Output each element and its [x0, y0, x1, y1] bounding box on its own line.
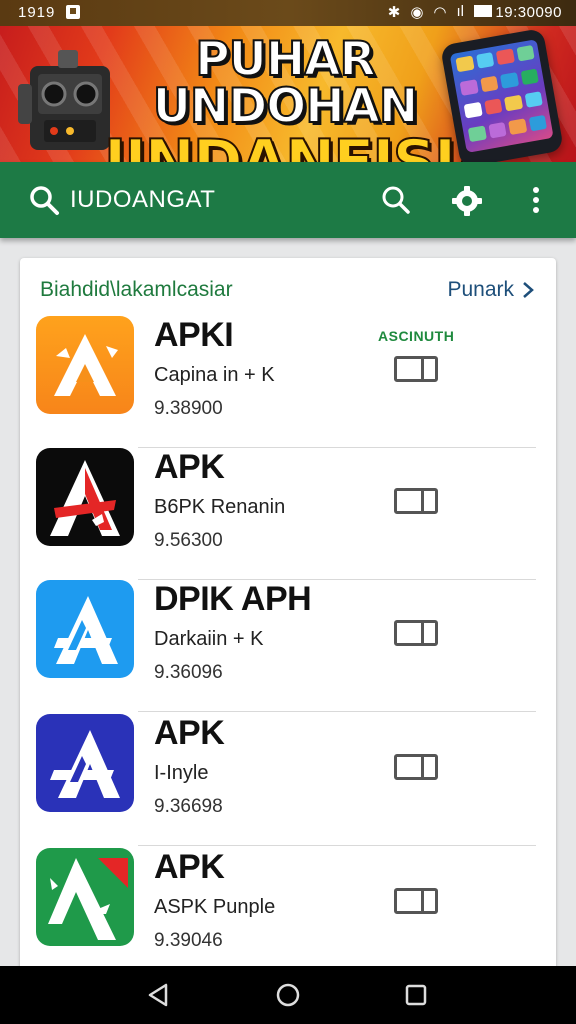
- download-button[interactable]: [394, 754, 438, 780]
- status-icons: ✱ ◉ ◠ ıl: [388, 3, 492, 21]
- search-query-text[interactable]: IUDOANGAT: [70, 186, 215, 214]
- status-time-left: 1919: [18, 4, 56, 21]
- bluetooth-icon: ✱: [387, 4, 401, 21]
- list-item[interactable]: APKI ASCINUTH Capina in + K 9.38900: [20, 316, 556, 448]
- system-nav-bar: [0, 966, 576, 1024]
- signal-icon: ıl: [456, 3, 465, 20]
- location-icon: ◉: [410, 4, 424, 21]
- app-badge: ASCINUTH: [378, 328, 455, 344]
- list-item[interactable]: APK I-Inyle 9.36698: [20, 714, 556, 846]
- app-version: 9.56300: [154, 530, 223, 551]
- orange-a-icon[interactable]: [36, 316, 134, 414]
- gadget-image: [18, 50, 110, 150]
- status-time-right: 19:30090: [495, 4, 562, 21]
- download-button[interactable]: [394, 356, 438, 382]
- see-more-link[interactable]: Punark: [447, 278, 536, 302]
- app-subtitle: ASPK Punple: [154, 896, 276, 918]
- divider: [138, 845, 536, 846]
- black-red-a-icon[interactable]: [36, 448, 134, 546]
- banner-line-1: PUHAR UNDOHAN: [152, 32, 420, 134]
- app-name[interactable]: APK: [154, 714, 225, 753]
- download-button[interactable]: [394, 888, 438, 914]
- home-icon[interactable]: [275, 982, 301, 1008]
- app-name[interactable]: APKI: [154, 316, 234, 355]
- download-button[interactable]: [394, 620, 438, 646]
- see-more-label[interactable]: Punark: [447, 278, 514, 302]
- recents-icon[interactable]: [403, 982, 429, 1008]
- section-title: Biahdid\lakamlcasiar: [40, 278, 233, 301]
- app-subtitle: B6PK Renanin: [154, 496, 286, 518]
- back-icon[interactable]: [146, 982, 172, 1008]
- app-subtitle: Darkaiin + K: [154, 628, 264, 650]
- download-button[interactable]: [394, 488, 438, 514]
- promo-banner[interactable]: PUHAR UNDOHAN IINDANEISIA: [0, 26, 576, 162]
- app-toolbar: IUDOANGAT: [0, 162, 576, 238]
- chevron-right-icon[interactable]: [520, 280, 536, 300]
- apps-card: Biahdid\lakamlcasiar Punark APKI ASCINUT…: [20, 258, 556, 974]
- notification-icon: [66, 5, 80, 19]
- search-icon[interactable]: [28, 184, 60, 216]
- app-version: 9.39046: [154, 930, 223, 951]
- list-item[interactable]: DPIK APH Darkaiin + K 9.36096: [20, 580, 556, 712]
- more-options-icon[interactable]: [520, 184, 552, 216]
- search-button-icon[interactable]: [380, 184, 412, 216]
- green-a-icon[interactable]: [36, 848, 134, 946]
- wifi-icon: ◠: [433, 4, 447, 21]
- navy-a-icon[interactable]: [36, 714, 134, 812]
- list-item[interactable]: APK B6PK Renanin 9.56300: [20, 448, 556, 580]
- app-name[interactable]: APK: [154, 848, 225, 887]
- app-subtitle: Capina in + K: [154, 364, 275, 386]
- app-version: 9.36096: [154, 662, 223, 683]
- banner-line-2: IINDANEISIA: [103, 127, 502, 162]
- banner-headline: PUHAR UNDOHAN IINDANEISIA: [103, 32, 502, 162]
- list-item[interactable]: APK ASPK Punple 9.39046: [20, 848, 556, 974]
- battery-icon: [474, 5, 492, 17]
- blue-a-icon[interactable]: [36, 580, 134, 678]
- app-name[interactable]: APK: [154, 448, 225, 487]
- app-name[interactable]: DPIK APH: [154, 580, 312, 619]
- phone-image: [440, 27, 564, 162]
- status-bar: 1919 ✱ ◉ ◠ ıl 19:30090: [0, 0, 576, 26]
- app-version: 9.36698: [154, 796, 223, 817]
- gear-icon[interactable]: [450, 184, 484, 218]
- app-subtitle: I-Inyle: [154, 762, 209, 784]
- app-version: 9.38900: [154, 398, 223, 419]
- divider: [138, 711, 536, 712]
